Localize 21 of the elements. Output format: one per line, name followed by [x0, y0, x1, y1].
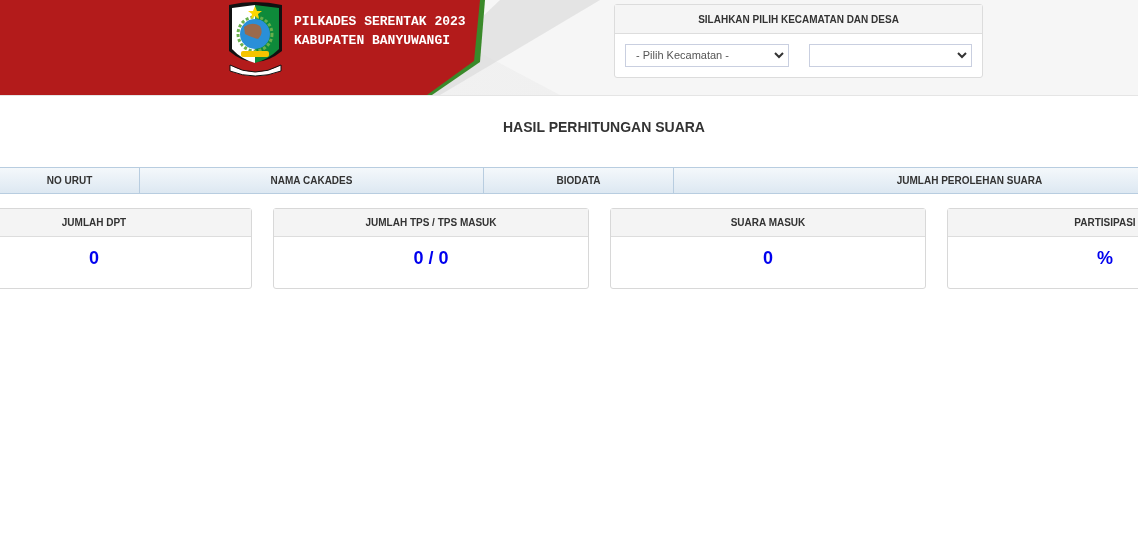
- district-select[interactable]: - Pilih Kecamatan -: [625, 44, 789, 67]
- stat-value: %: [1097, 247, 1113, 270]
- site-title: PILKADES SERENTAK 2023: [294, 14, 466, 30]
- panel-title: SILAHKAN PILIH KECAMATAN DAN DESA: [698, 12, 899, 27]
- chevron-down-icon: [773, 52, 784, 59]
- column-header: NO URUT: [45, 174, 94, 188]
- column-header: NAMA CAKADES: [139, 168, 483, 193]
- stat-label: SUARA MASUK: [730, 216, 806, 230]
- stat-value: 0: [89, 247, 99, 270]
- stat-label: PARTISIPASI: [1074, 216, 1136, 230]
- chevron-down-icon: [957, 52, 967, 59]
- section-title: HASIL PERHITUNGAN SUARA: [503, 118, 705, 137]
- stat-label: JUMLAH DPT: [61, 216, 127, 230]
- stat-value: 0: [763, 247, 773, 270]
- stat-value: 0 / 0: [413, 247, 449, 270]
- column-header: BIODATA: [483, 168, 673, 193]
- site-title: KABUPATEN BANYUWANGI: [294, 33, 452, 49]
- stat-label: JUMLAH TPS / TPS MASUK: [365, 216, 497, 230]
- village-select[interactable]: [808, 44, 972, 67]
- column-header: JUMLAH PEROLEHAN SUARA: [673, 168, 1138, 193]
- emblem-icon: [226, 1, 285, 77]
